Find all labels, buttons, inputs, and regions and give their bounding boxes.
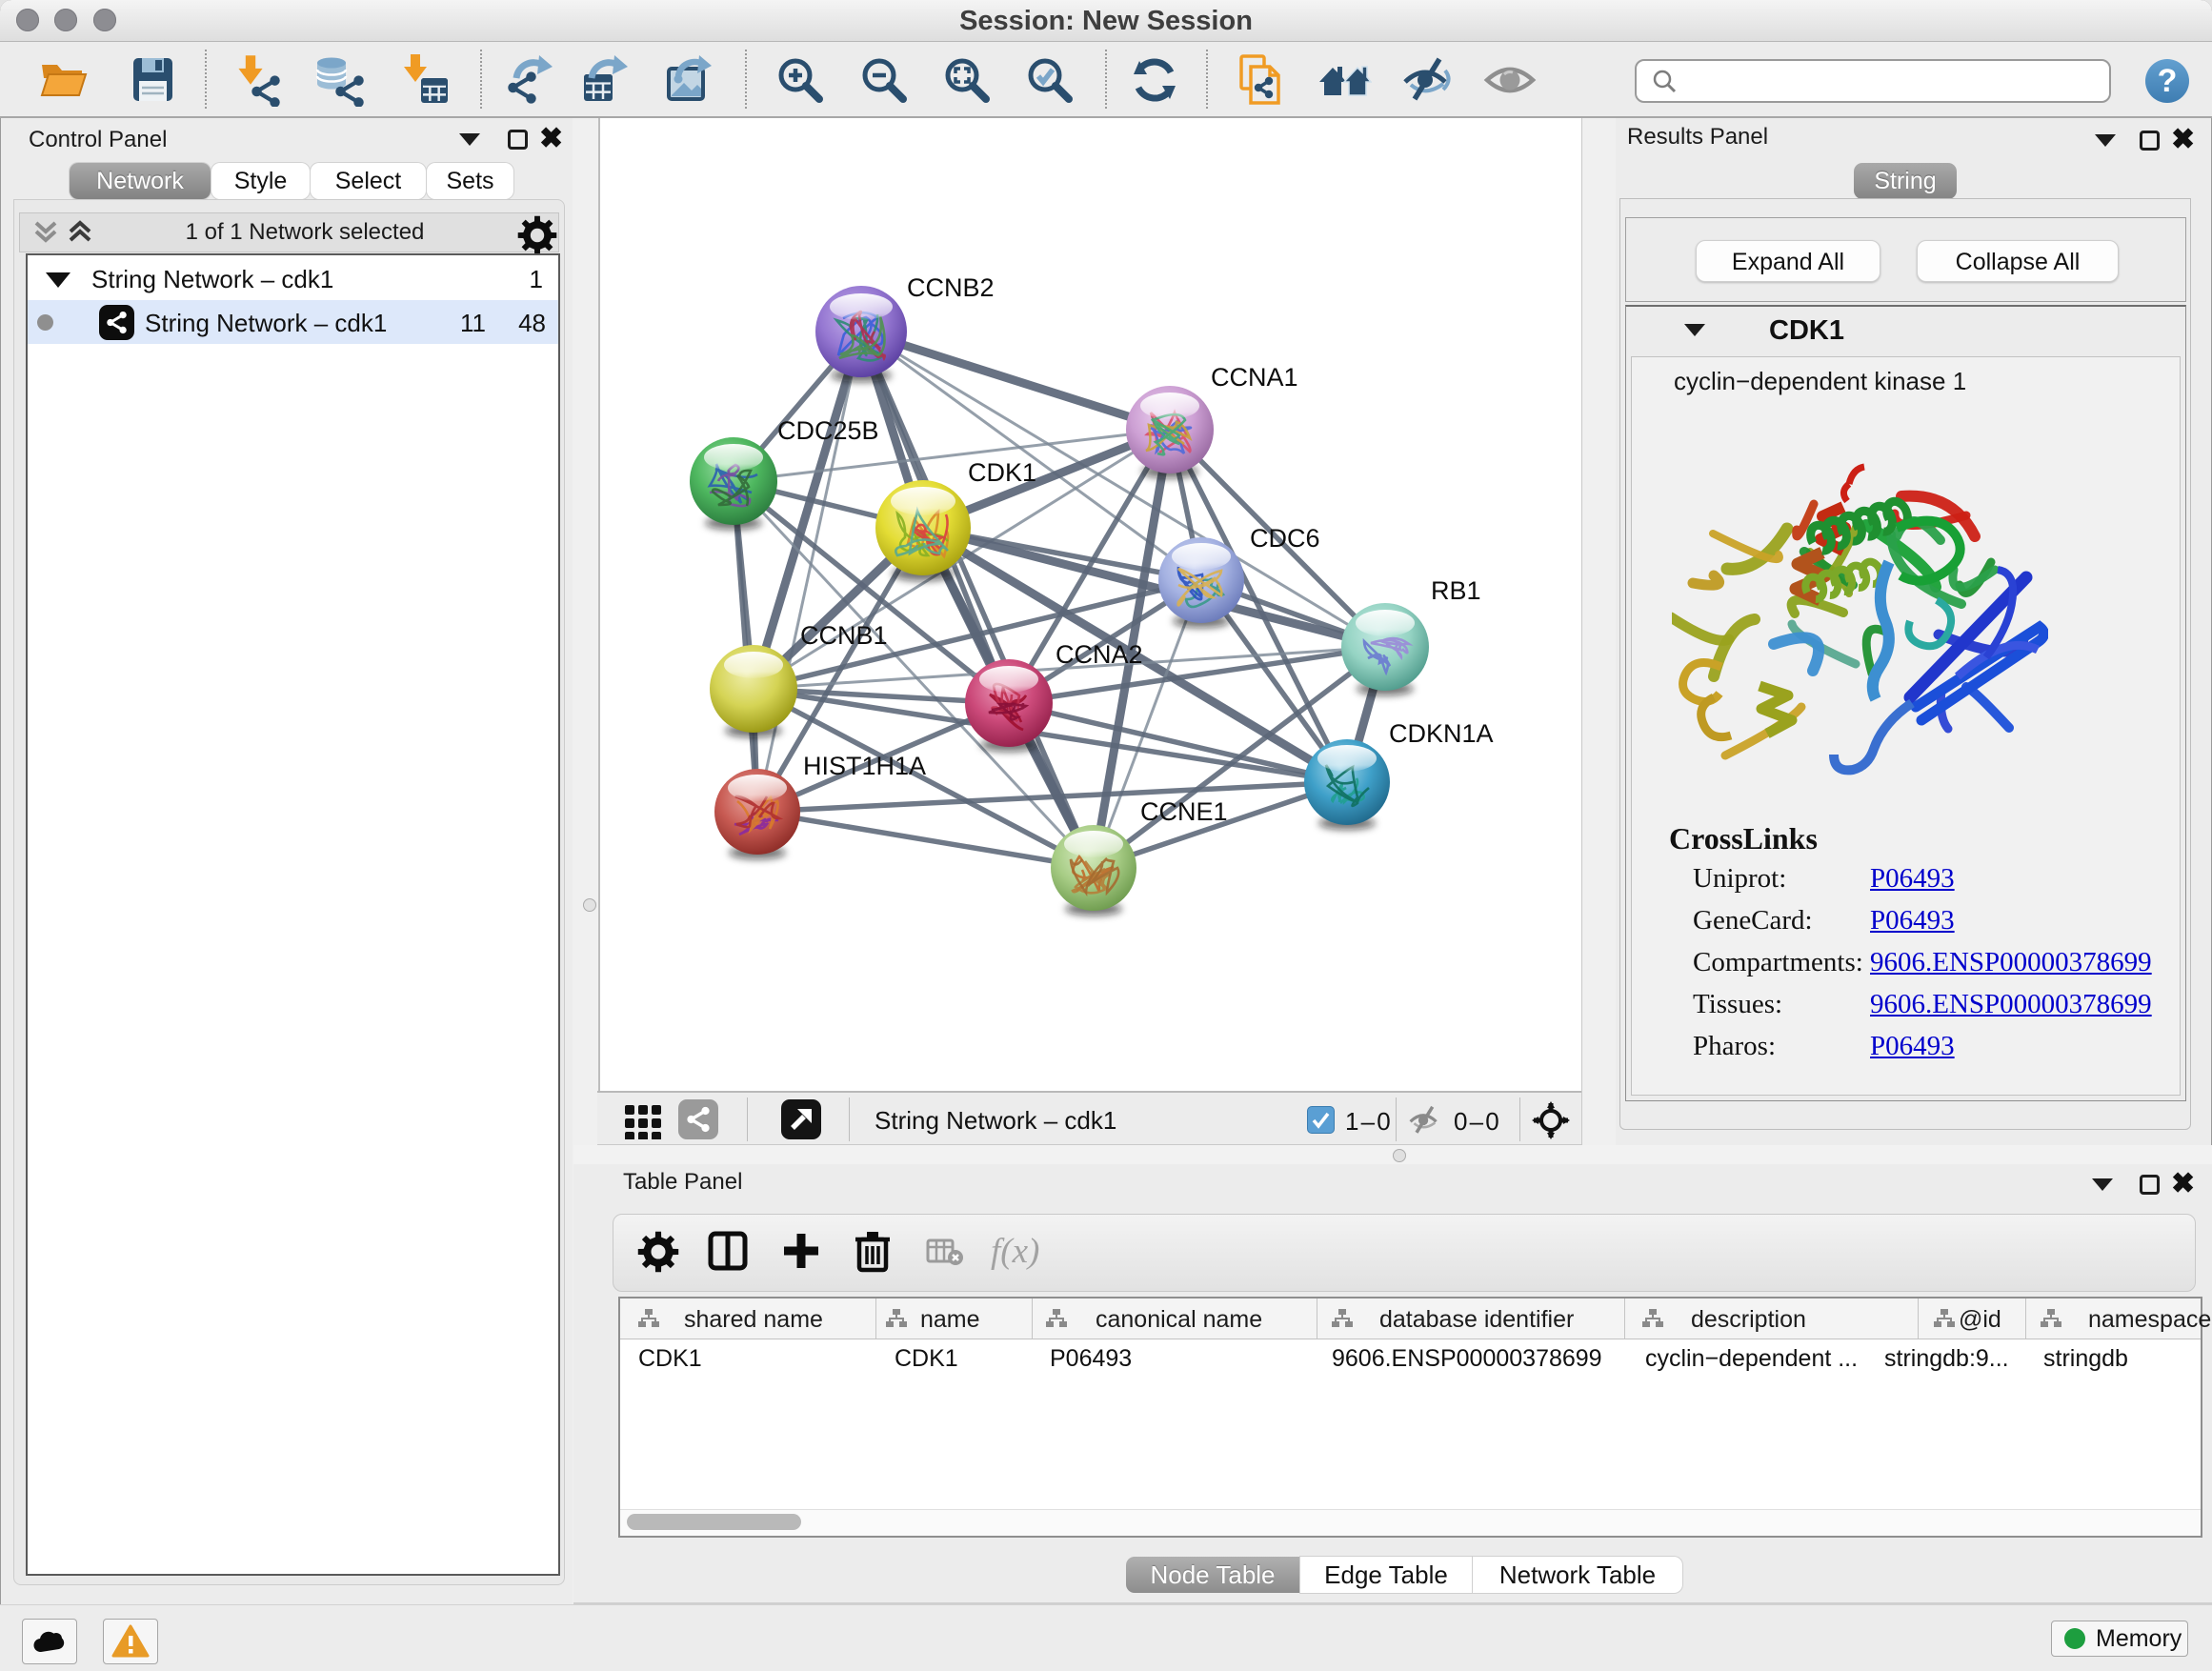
svg-text:CCNE1: CCNE1	[1140, 797, 1228, 826]
svg-text:CDC25B: CDC25B	[777, 416, 879, 445]
svg-text:RB1: RB1	[1431, 576, 1481, 605]
svg-text:HIST1H1A: HIST1H1A	[803, 752, 926, 780]
svg-text:CCNB2: CCNB2	[907, 273, 995, 302]
svg-text:CCNA1: CCNA1	[1211, 363, 1298, 392]
svg-text:CDK1: CDK1	[968, 458, 1036, 487]
svg-text:CCNA2: CCNA2	[1056, 640, 1143, 669]
svg-text:CCNB1: CCNB1	[800, 621, 888, 650]
svg-text:CDC6: CDC6	[1250, 524, 1320, 553]
svg-text:CDKN1A: CDKN1A	[1389, 719, 1494, 748]
